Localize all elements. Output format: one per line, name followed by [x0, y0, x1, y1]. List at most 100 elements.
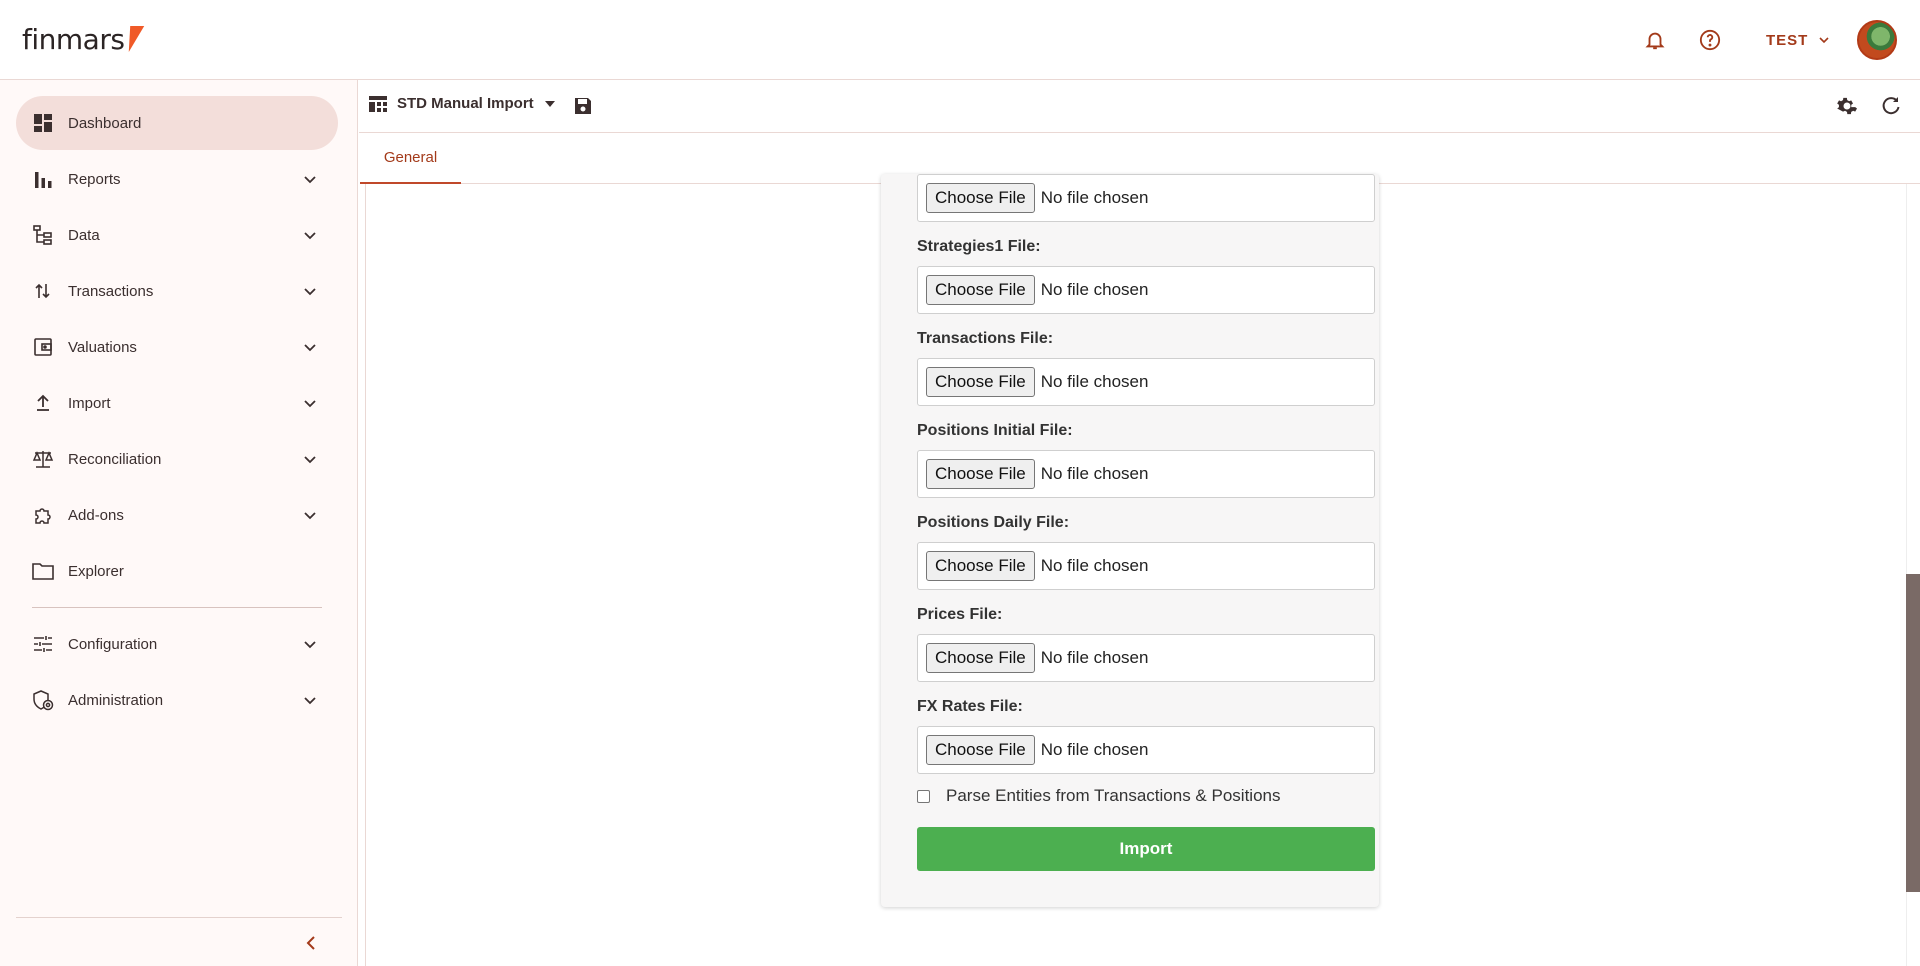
swap-vertical-icon: [32, 280, 54, 302]
choose-file-button[interactable]: Choose File: [926, 735, 1035, 765]
sidebar-item-add-ons[interactable]: Add-ons: [16, 488, 338, 542]
chevron-down-icon: [304, 512, 316, 520]
choose-file-button[interactable]: Choose File: [926, 275, 1035, 305]
parse-entities-row[interactable]: Parse Entities from Transactions & Posit…: [917, 786, 1280, 806]
parse-entities-label: Parse Entities from Transactions & Posit…: [946, 786, 1281, 805]
transactions-file-label: Transactions File:: [917, 330, 1054, 347]
sidebar-item-label: Explorer: [68, 562, 124, 580]
chevron-down-icon: [304, 697, 316, 705]
scrollbar-thumb[interactable]: [1906, 574, 1920, 892]
strategies1-file-input[interactable]: Choose File No file chosen: [917, 266, 1375, 314]
layout-header: STD Manual Import: [359, 80, 1920, 133]
sidebar-item-label: Configuration: [68, 635, 158, 653]
import-button-label: Import: [1119, 839, 1173, 858]
top-bar: finmars TEST: [0, 0, 1920, 80]
sidebar-item-label: Valuations: [68, 338, 137, 356]
sidebar-item-label: Administration: [68, 691, 164, 709]
save-icon[interactable]: [572, 95, 594, 117]
scale-icon: [32, 448, 54, 470]
puzzle-icon: [32, 504, 54, 526]
positions-initial-file-input[interactable]: Choose File No file chosen: [917, 450, 1375, 498]
file-status: No file chosen: [1040, 372, 1149, 391]
admin-shield-icon: [32, 689, 54, 711]
sidebar-item-dashboard[interactable]: Dashboard: [16, 96, 338, 150]
positions-daily-file-input[interactable]: Choose File No file chosen: [917, 542, 1375, 590]
bell-icon[interactable]: [1641, 26, 1669, 54]
prices-file-input[interactable]: Choose File No file chosen: [917, 634, 1375, 682]
choose-file-button[interactable]: Choose File: [926, 551, 1035, 581]
logo-text: finmars: [22, 23, 125, 56]
chevron-down-icon: [1819, 37, 1829, 44]
chevron-down-icon: [304, 288, 316, 296]
user-name: TEST: [1766, 31, 1809, 49]
transactions-file-input[interactable]: Choose File No file chosen: [917, 358, 1375, 406]
logo-mark-icon: [122, 26, 145, 52]
avatar[interactable]: [1857, 20, 1897, 60]
fx-rates-file-input[interactable]: Choose File No file chosen: [917, 726, 1375, 774]
layout-select[interactable]: STD Manual Import: [369, 95, 556, 112]
dashboard-icon: [32, 112, 54, 134]
sidebar-item-transactions[interactable]: Transactions: [16, 264, 338, 318]
sidebar-item-configuration[interactable]: Configuration: [16, 617, 338, 671]
sidebar-item-label: Add-ons: [68, 506, 124, 524]
bar-chart-icon: [32, 168, 54, 190]
sidebar-item-label: Dashboard: [68, 114, 142, 132]
refresh-icon[interactable]: [1880, 95, 1902, 117]
chevron-down-icon: [304, 400, 316, 408]
sidebar-item-explorer[interactable]: Explorer: [16, 544, 338, 598]
fx-rates-file-label: FX Rates File:: [917, 698, 1023, 715]
layout-title: STD Manual Import: [397, 95, 534, 112]
sidebar-item-label: Reports: [68, 170, 121, 188]
finmars-logo[interactable]: finmars: [22, 22, 145, 58]
sidebar-item-reconciliation[interactable]: Reconciliation: [16, 432, 338, 486]
file-status: No file chosen: [1040, 648, 1149, 667]
chevron-down-icon: [304, 641, 316, 649]
prices-file-label: Prices File:: [917, 606, 1003, 623]
sidebar-item-label: Transactions: [68, 282, 154, 300]
sidebar-divider: [32, 607, 322, 608]
chevron-down-icon: [304, 176, 316, 184]
upload-icon: [32, 392, 54, 414]
sidebar-footer-divider: [16, 917, 342, 918]
help-icon[interactable]: [1696, 26, 1724, 54]
tab-label: General: [383, 149, 438, 166]
positions-daily-file-label: Positions Daily File:: [917, 514, 1070, 531]
choose-file-button[interactable]: Choose File: [926, 183, 1035, 213]
sidebar-item-data[interactable]: Data: [16, 208, 338, 262]
file-status: No file chosen: [1040, 556, 1149, 575]
user-menu[interactable]: TEST: [1766, 26, 1830, 54]
layout-icon: [369, 95, 387, 112]
tab-general[interactable]: General: [360, 133, 461, 184]
sidebar-item-label: Reconciliation: [68, 450, 162, 468]
file-input-unknown[interactable]: Choose File No file chosen: [917, 174, 1375, 222]
choose-file-button[interactable]: Choose File: [926, 367, 1035, 397]
sidebar-item-label: Data: [68, 226, 100, 244]
sidebar-item-administration[interactable]: Administration: [16, 673, 338, 727]
choose-file-button[interactable]: Choose File: [926, 643, 1035, 673]
sidebar-item-import[interactable]: Import: [16, 376, 338, 430]
positions-initial-file-label: Positions Initial File:: [917, 422, 1073, 439]
sidebar-item-reports[interactable]: Reports: [16, 152, 338, 206]
strategies1-file-label: Strategies1 File:: [917, 238, 1041, 255]
tune-icon: [32, 633, 54, 655]
import-button[interactable]: Import: [917, 827, 1375, 871]
choose-file-button[interactable]: Choose File: [926, 459, 1035, 489]
chevron-down-icon: [304, 456, 316, 464]
import-form-card: Choose File No file chosen Strategies1 F…: [881, 174, 1379, 907]
file-status: No file chosen: [1040, 464, 1149, 483]
folder-icon: [32, 560, 54, 582]
file-status: No file chosen: [1040, 280, 1149, 299]
main-content: Choose File No file chosen Strategies1 F…: [365, 174, 1897, 966]
gear-icon[interactable]: [1836, 95, 1858, 117]
wallet-icon: [32, 336, 54, 358]
sidebar-item-valuations[interactable]: Valuations: [16, 320, 338, 374]
sidebar: Dashboard Reports Data Transactions Valu…: [0, 80, 358, 966]
file-status: No file chosen: [1040, 188, 1149, 207]
chevron-down-icon: [304, 344, 316, 352]
sidebar-item-label: Import: [68, 394, 111, 412]
caret-down-icon: [544, 100, 555, 107]
parse-entities-checkbox[interactable]: [917, 789, 930, 803]
tree-icon: [32, 224, 54, 246]
collapse-sidebar-icon[interactable]: [300, 932, 322, 954]
chevron-down-icon: [304, 232, 316, 240]
